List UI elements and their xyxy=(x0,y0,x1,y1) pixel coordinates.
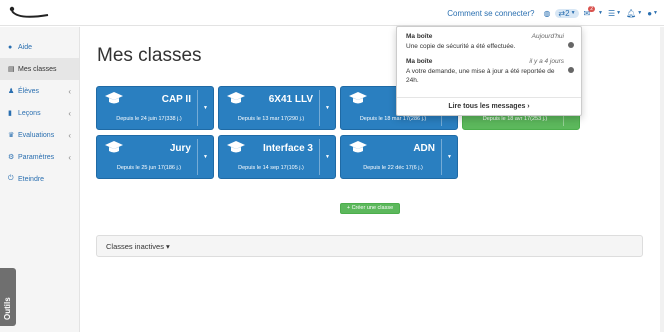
notifications-dropdown: Ma boîte Aujourd'hui Une copie de sécuri… xyxy=(396,26,582,116)
class-name: 6X41 LLV xyxy=(268,94,313,105)
class-card[interactable]: 6X41 LLV Depuis le 13 mar 17(290 j.) ▼ xyxy=(218,86,336,130)
graduation-cap-icon xyxy=(105,92,123,104)
class-card[interactable]: CAP II Depuis le 24 juin 17(338 j.) ▼ xyxy=(96,86,214,130)
graduation-cap-icon xyxy=(349,141,367,153)
power-icon: ⏻ xyxy=(8,175,14,182)
page-title: Mes classes xyxy=(97,45,202,66)
read-all-messages-link[interactable]: Lire tous les messages › xyxy=(397,97,581,115)
read-check-icon xyxy=(568,67,574,73)
notification-text: Une copie de sécurité a été effectuée. xyxy=(406,43,516,50)
bell-icon[interactable]: 🔔︎ ▼ xyxy=(626,9,642,18)
user-icon[interactable]: ● ▼ xyxy=(647,9,658,18)
class-since: Depuis le 24 juin 17(338 j.) xyxy=(116,116,182,122)
sidebar-item-students[interactable]: ♟ Élèves ‹ xyxy=(0,80,79,102)
sidebar-item-shutdown[interactable]: ⏻ Eteindre xyxy=(0,168,79,190)
sidebar-item-label: Paramètres xyxy=(18,153,55,161)
class-since: Depuis le 13 mar 17(290 j.) xyxy=(237,116,305,122)
sidebar-item-settings[interactable]: ⚙ Paramètres ‹ xyxy=(0,146,79,168)
notification-item[interactable]: Ma boîte Aujourd'hui Une copie de sécuri… xyxy=(406,33,574,51)
sidebar-item-label: Evaluations xyxy=(18,131,55,139)
tools-tab[interactable]: Outils xyxy=(0,268,16,326)
mail-menu[interactable]: ✉ 2 ▼ xyxy=(584,6,603,18)
login-help-link[interactable]: Comment se connecter? xyxy=(447,9,534,18)
notification-item[interactable]: Ma boîte il y a 4 jours A votre demande,… xyxy=(406,58,574,85)
sidebar-item-classes[interactable]: ▤ Mes classes xyxy=(0,58,79,80)
chevron-down-icon[interactable]: ▼ xyxy=(325,105,330,111)
notification-time: Aujourd'hui xyxy=(531,33,564,40)
chevron-left-icon: ‹ xyxy=(68,86,71,96)
graduation-cap-icon xyxy=(227,92,245,104)
chevron-down-icon[interactable]: ▼ xyxy=(325,154,330,160)
class-card[interactable]: ADN Depuis le 22 déc 17(6 j.) ▼ xyxy=(340,135,458,179)
class-name: CAP II xyxy=(161,94,191,105)
help-circle-icon: ● xyxy=(8,43,13,51)
sidebar-item-label: Élèves xyxy=(18,87,40,95)
menu-icon[interactable]: ☰ ▼ xyxy=(608,9,621,18)
class-name: Jury xyxy=(169,143,191,154)
graduation-cap-icon xyxy=(105,141,123,153)
chevron-down-icon[interactable]: ▼ xyxy=(203,154,208,160)
sidebar-item-lessons[interactable]: ▮ Leçons ‹ xyxy=(0,102,79,124)
graduation-cap-icon xyxy=(349,92,367,104)
users-icon: ♟ xyxy=(8,88,15,95)
sidebar-item-help[interactable]: ● Aide xyxy=(0,36,79,58)
chevron-down-icon[interactable]: ▼ xyxy=(447,154,452,160)
chevron-down-icon[interactable]: ▼ xyxy=(203,105,208,111)
read-check-icon xyxy=(568,42,574,48)
inactive-classes-label: Classes inactives ▾ xyxy=(106,242,170,251)
gears-icon: ⚙ xyxy=(8,154,15,161)
scrollbar[interactable] xyxy=(660,27,664,332)
mail-badge: 2 xyxy=(588,6,596,12)
sidebar-item-label: Leçons xyxy=(18,109,41,117)
create-class-button[interactable]: + Créer une classe xyxy=(340,203,400,214)
chevron-left-icon: ‹ xyxy=(68,152,71,162)
chevron-left-icon: ‹ xyxy=(68,130,71,140)
sidebar-item-label: Eteindre xyxy=(18,175,45,183)
top-navbar: Comment se connecter? ◍ ⇄ 2 ▼ ✉ 2 ▼ ☰ ▼ 🔔︎ ▼… xyxy=(0,0,664,26)
class-since: Depuis le 22 déc 17(6 j.) xyxy=(363,165,423,171)
tools-label: Outils xyxy=(3,297,12,320)
notification-time: il y a 4 jours xyxy=(529,58,564,65)
chevron-left-icon: ‹ xyxy=(68,108,71,118)
trophy-icon: ♛ xyxy=(8,132,15,139)
globe-icon[interactable]: ◍ xyxy=(543,9,550,18)
inactive-classes-panel[interactable]: Classes inactives ▾ xyxy=(96,235,643,257)
class-name: ADN xyxy=(413,143,435,154)
sidebar-item-label: Aide xyxy=(18,43,33,51)
class-since: Depuis le 18 avr 17(253 j.) xyxy=(482,116,548,122)
class-card[interactable]: Jury Depuis le 25 jun 17(186 j.) ▼ xyxy=(96,135,214,179)
book-icon: ▮ xyxy=(8,110,12,117)
messages-counter[interactable]: ⇄ 2 ▼ xyxy=(555,8,579,18)
sidebar-item-evaluations[interactable]: ♛ Evaluations ‹ xyxy=(0,124,79,146)
class-since: Depuis le 14 sep 17(105 j.) xyxy=(238,165,304,171)
logo[interactable] xyxy=(6,4,50,22)
class-card[interactable]: Interface 3 Depuis le 14 sep 17(105 j.) … xyxy=(218,135,336,179)
list-icon: ▤ xyxy=(8,66,15,73)
class-name: Interface 3 xyxy=(262,143,313,154)
messages-count: 2 xyxy=(565,8,570,18)
sidebar-item-label: Mes classes xyxy=(18,65,57,73)
class-since: Depuis le 25 jun 17(186 j.) xyxy=(116,165,182,171)
notification-text: A votre demande, une mise à jour a été r… xyxy=(406,68,555,84)
class-since: Depuis le 18 mar 17(286 j.) xyxy=(359,116,427,122)
graduation-cap-icon xyxy=(227,141,245,153)
